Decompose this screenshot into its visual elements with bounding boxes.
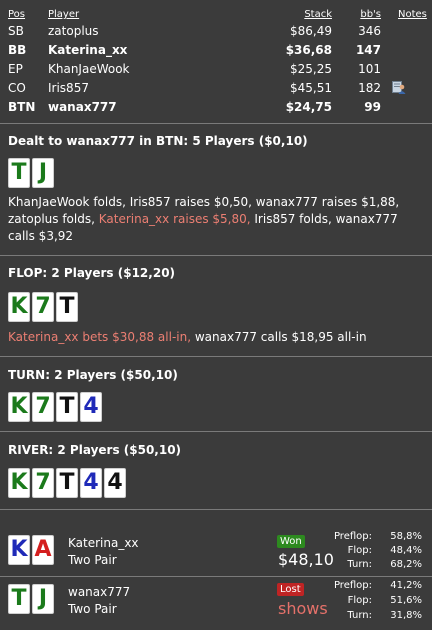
player-row-ep[interactable]: EP KhanJaeWook $25,25 101 <box>0 60 432 79</box>
hero-hole-cards: T J <box>8 158 54 188</box>
turn-title: TURN: 2 Players ($50,10) <box>8 368 178 382</box>
player-stack: $45,51 <box>290 81 332 95</box>
equity-label: Preflop: <box>333 580 372 591</box>
card: 7 <box>32 392 54 422</box>
card: K <box>8 535 30 565</box>
header-player[interactable]: Player <box>48 9 79 20</box>
card: 4 <box>104 468 126 498</box>
equity-value: 58,8% <box>390 531 422 542</box>
turn-cards: K 7 T 4 <box>8 392 102 422</box>
equity-value: 31,8% <box>390 610 422 621</box>
player-pos: SB <box>8 24 24 38</box>
player-pos: EP <box>8 62 23 76</box>
card: T <box>8 584 30 614</box>
equity-value: 41,2% <box>390 580 422 591</box>
flop-cards: K 7 T <box>8 292 78 322</box>
result-hand: Two Pair <box>68 553 117 567</box>
player-bbs: 346 <box>358 24 381 38</box>
player-stack: $24,75 <box>285 100 332 114</box>
player-row-sb[interactable]: SB zatoplus $86,49 346 <box>0 22 432 41</box>
result-hand: Two Pair <box>68 602 117 616</box>
note-user-icon[interactable] <box>392 81 406 94</box>
lost-badge: Lost <box>277 583 304 596</box>
showdown-cards: K A <box>8 535 54 565</box>
player-pos: BB <box>8 43 27 57</box>
equity-label: Turn: <box>347 610 372 621</box>
equity-value: 51,6% <box>390 595 422 606</box>
card: 4 <box>80 392 102 422</box>
divider <box>0 431 432 432</box>
player-name: KhanJaeWook <box>48 62 130 76</box>
player-stack: $86,49 <box>290 24 332 38</box>
divider <box>0 356 432 357</box>
card: K <box>8 468 30 498</box>
card: T <box>56 392 78 422</box>
river-cards: K 7 T 4 4 <box>8 468 126 498</box>
won-badge: Won <box>277 535 305 548</box>
player-name: zatoplus <box>48 24 99 38</box>
showdown-cards: T J <box>8 584 54 614</box>
card: J <box>32 158 54 188</box>
player-stack: $36,68 <box>285 43 332 57</box>
flop-actions-part: wanax777 calls $18,95 all-in <box>191 330 367 344</box>
player-name: Katerina_xx <box>48 43 128 57</box>
divider <box>0 576 432 577</box>
divider <box>0 509 432 510</box>
header-bbs[interactable]: bb's <box>360 9 381 20</box>
lost-shows: shows <box>278 599 328 618</box>
card: A <box>32 535 54 565</box>
player-bbs: 101 <box>358 62 381 76</box>
header-pos[interactable]: Pos <box>8 9 25 20</box>
flop-actions: Katerina_xx bets $30,88 all-in, wanax777… <box>8 329 420 346</box>
divider <box>0 255 432 256</box>
player-row-co[interactable]: CO Iris857 $45,51 182 <box>0 79 432 98</box>
equity-label: Turn: <box>347 559 372 570</box>
player-row-bb[interactable]: BB Katerina_xx $36,68 147 <box>0 41 432 60</box>
header-stack[interactable]: Stack <box>304 9 332 20</box>
equity-value: 48,4% <box>390 545 422 556</box>
player-stack: $25,25 <box>290 62 332 76</box>
river-title: RIVER: 2 Players ($50,10) <box>8 443 182 457</box>
card: T <box>8 158 30 188</box>
player-bbs: 99 <box>364 100 381 114</box>
card: 4 <box>80 468 102 498</box>
result-player-name: Katerina_xx <box>68 536 139 550</box>
equity-label: Flop: <box>347 595 372 606</box>
preflop-actions: KhanJaeWook folds, Iris857 raises $0,50,… <box>8 194 420 245</box>
preflop-title: Dealt to wanax777 in BTN: 5 Players ($0,… <box>8 134 308 148</box>
result-player-name: wanax777 <box>68 585 131 599</box>
equity-label: Preflop: <box>333 531 372 542</box>
won-amount: $48,10 <box>278 550 334 569</box>
card: 7 <box>32 292 54 322</box>
card: T <box>56 292 78 322</box>
flop-actions-highlight: Katerina_xx bets $30,88 all-in, <box>8 330 192 344</box>
equity-value: 68,2% <box>390 559 422 570</box>
flop-title: FLOP: 2 Players ($12,20) <box>8 266 176 280</box>
card: J <box>32 584 54 614</box>
player-pos: CO <box>8 81 26 95</box>
equity-label: Flop: <box>347 545 372 556</box>
divider <box>0 123 432 124</box>
preflop-actions-highlight: Katerina_xx raises $5,80, <box>98 212 251 226</box>
card: K <box>8 292 30 322</box>
card: T <box>56 468 78 498</box>
card: K <box>8 392 30 422</box>
card: 7 <box>32 468 54 498</box>
player-bbs: 147 <box>355 43 381 57</box>
player-name: wanax777 <box>48 100 117 114</box>
player-name: Iris857 <box>48 81 89 95</box>
player-bbs: 182 <box>358 81 381 95</box>
player-row-btn[interactable]: BTN wanax777 $24,75 99 <box>0 98 432 117</box>
header-notes[interactable]: Notes <box>398 9 427 20</box>
player-pos: BTN <box>8 100 36 114</box>
